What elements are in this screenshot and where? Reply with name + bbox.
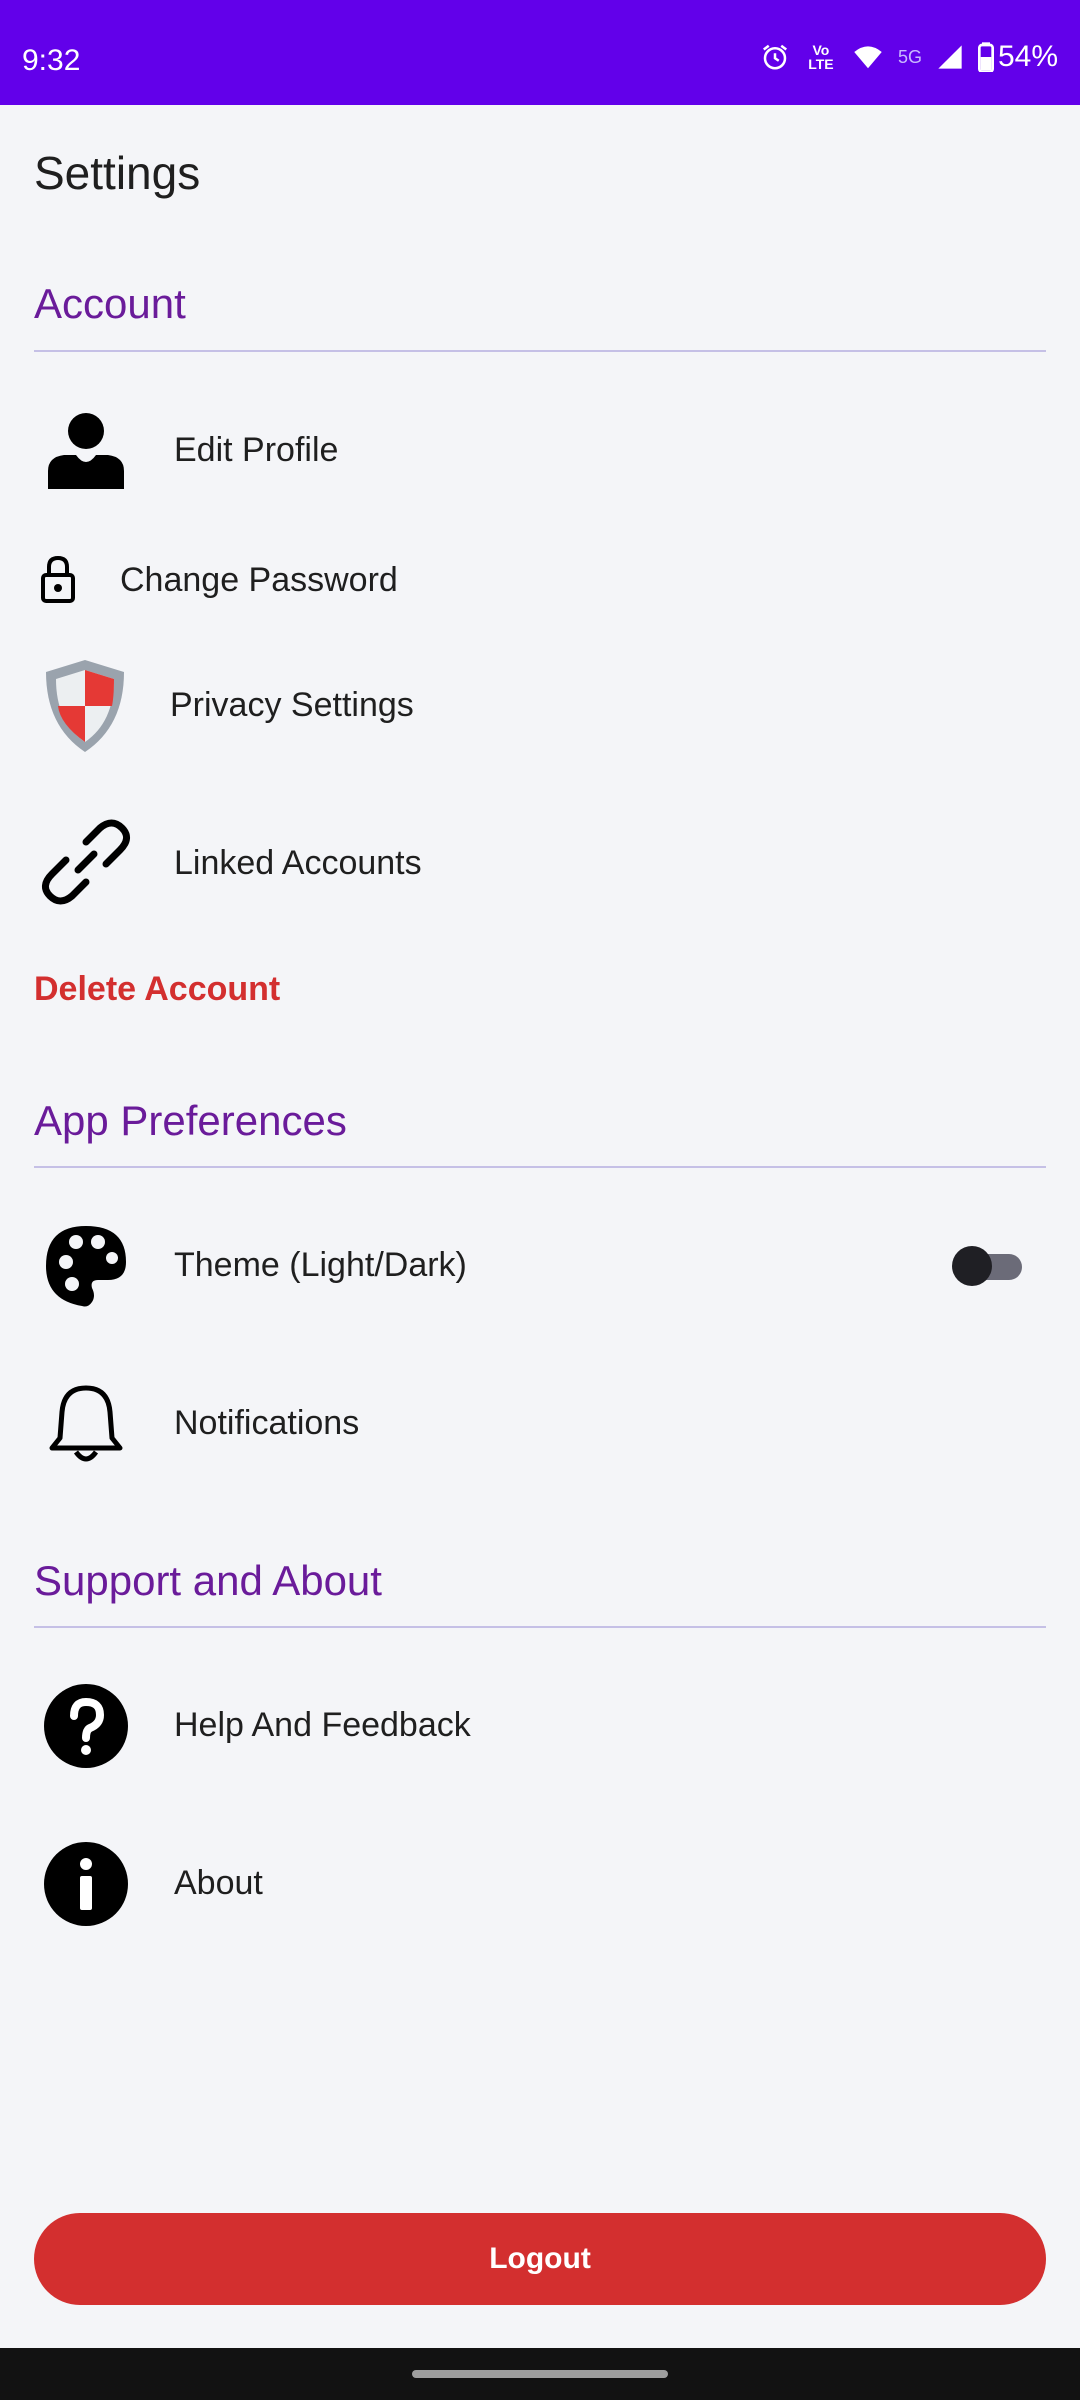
section-divider xyxy=(34,1626,1046,1628)
privacy-settings-label: Privacy Settings xyxy=(170,685,414,724)
wifi-icon xyxy=(854,46,882,69)
edit-profile-row[interactable]: Edit Profile xyxy=(0,395,1080,505)
about-row[interactable]: About xyxy=(0,1828,1080,1938)
status-time: 9:32 xyxy=(22,44,81,77)
network-type: 5G xyxy=(897,46,922,67)
alarm-icon xyxy=(762,44,787,70)
help-feedback-row[interactable]: Help And Feedback xyxy=(0,1670,1080,1780)
lock-icon xyxy=(41,555,75,603)
theme-row[interactable]: Theme (Light/Dark) xyxy=(0,1210,1080,1320)
delete-account-button[interactable]: Delete Account xyxy=(34,970,280,1009)
toggle-thumb xyxy=(952,1246,992,1286)
about-label: About xyxy=(174,1863,263,1902)
question-icon xyxy=(44,1684,128,1768)
section-title-support: Support and About xyxy=(34,1557,382,1604)
shield-icon xyxy=(46,660,124,752)
navigation-bar xyxy=(0,2348,1080,2400)
edit-profile-label: Edit Profile xyxy=(174,430,339,469)
palette-icon xyxy=(46,1226,126,1307)
change-password-row[interactable]: Change Password xyxy=(0,545,1080,615)
section-divider xyxy=(34,350,1046,352)
signal-icon xyxy=(938,45,962,69)
info-icon xyxy=(44,1842,128,1926)
link-icon xyxy=(42,819,130,905)
theme-label: Theme (Light/Dark) xyxy=(174,1245,467,1284)
change-password-label: Change Password xyxy=(120,560,398,599)
section-divider xyxy=(34,1166,1046,1168)
page-title: Settings xyxy=(34,147,201,199)
theme-toggle[interactable] xyxy=(952,1246,1024,1286)
home-gesture-handle[interactable] xyxy=(412,2370,668,2378)
notifications-label: Notifications xyxy=(174,1403,360,1442)
linked-accounts-row[interactable]: Linked Accounts xyxy=(0,808,1080,918)
person-icon xyxy=(48,413,124,489)
section-title-preferences: App Preferences xyxy=(34,1097,347,1144)
section-title-account: Account xyxy=(34,280,186,327)
status-icons: Vo LTE 5G 54% xyxy=(760,40,1058,74)
logout-button[interactable]: Logout xyxy=(34,2213,1046,2305)
privacy-settings-row[interactable]: Privacy Settings xyxy=(0,650,1080,760)
help-feedback-label: Help And Feedback xyxy=(174,1705,471,1744)
linked-accounts-label: Linked Accounts xyxy=(174,843,422,882)
battery-level: 54% xyxy=(997,40,1058,73)
battery-icon xyxy=(977,42,994,72)
volte-icon: Vo LTE xyxy=(808,42,834,72)
status-bar: 9:32 Vo LTE 5G 54% xyxy=(0,0,1080,105)
bell-icon xyxy=(49,1385,123,1462)
notifications-row[interactable]: Notifications xyxy=(0,1368,1080,1478)
